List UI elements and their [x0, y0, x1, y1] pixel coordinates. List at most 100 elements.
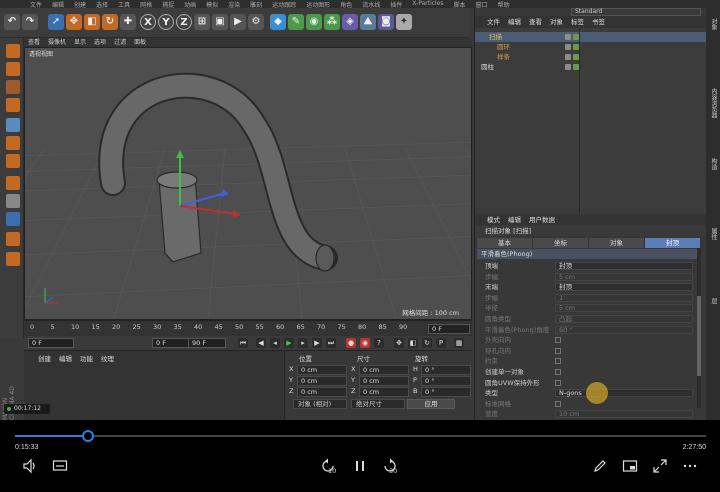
side-tab[interactable]: 层 — [708, 298, 718, 304]
side-tab[interactable]: 内容浏览器 — [708, 88, 718, 118]
attribute-value-field[interactable]: 凸起 — [555, 315, 693, 323]
render-picture-button[interactable]: ▶ — [230, 14, 246, 30]
attribute-menu-item[interactable]: 编辑 — [508, 215, 521, 225]
attribute-scrollbar[interactable] — [697, 248, 701, 408]
perspective-viewport[interactable]: 透视视图 网格间距 : 100 cm — [24, 47, 472, 320]
param-key-icon[interactable]: P — [436, 338, 446, 348]
timeline-menu-icon[interactable]: ▦ — [454, 338, 464, 348]
points-mode-icon[interactable] — [6, 118, 20, 132]
attribute-value-field[interactable]: N-gons — [555, 389, 693, 398]
redo-button[interactable]: ↷ — [22, 14, 38, 30]
next-key-icon[interactable]: ▶ — [312, 338, 322, 348]
axis-y-button[interactable]: Y — [158, 14, 174, 30]
size-field[interactable]: 0 cm — [359, 376, 409, 386]
model-mode-icon[interactable] — [6, 62, 20, 76]
viewport-menu-item[interactable]: 面板 — [134, 38, 146, 47]
axis-x-button[interactable]: X — [140, 14, 156, 30]
coord-mode-select[interactable]: 对象 (相对) — [293, 399, 347, 409]
skip-back-button[interactable]: 10 — [320, 458, 340, 476]
go-start-icon[interactable]: ⏮ — [238, 338, 248, 348]
rotation-field[interactable]: 0 ° — [421, 365, 471, 375]
position-key-icon[interactable]: ✥ — [394, 338, 404, 348]
axis-mode-icon[interactable] — [6, 176, 20, 190]
seek-bar[interactable] — [15, 430, 706, 442]
position-field[interactable]: 0 cm — [297, 365, 347, 375]
material-menu-item[interactable]: 编辑 — [59, 353, 72, 363]
deformer-icon[interactable]: ◈ — [342, 14, 358, 30]
object-menu-item[interactable]: 编辑 — [508, 16, 521, 28]
attribute-value-field[interactable]: 5 cm — [555, 272, 693, 281]
snap-icon[interactable] — [6, 212, 20, 226]
scale-key-icon[interactable]: ◧ — [408, 338, 418, 348]
next-frame-icon[interactable]: ▸ — [298, 338, 308, 348]
attribute-scrollbar-thumb[interactable] — [697, 296, 701, 376]
fullscreen-icon[interactable] — [652, 458, 668, 474]
render-view-button[interactable]: ▣ — [212, 14, 228, 30]
recent-tool-button[interactable]: ✚ — [120, 14, 136, 30]
prev-frame-icon[interactable]: ◂ — [270, 338, 280, 348]
select-tool-button[interactable]: ➚ — [48, 14, 64, 30]
prev-key-icon[interactable]: ◀ — [256, 338, 266, 348]
light-icon[interactable]: ✦ — [396, 14, 412, 30]
object-row[interactable]: 扫描 — [475, 32, 707, 42]
go-end-icon[interactable]: ⏭ — [326, 338, 336, 348]
attribute-checkbox[interactable] — [555, 369, 561, 375]
keyframe-selection-icon[interactable]: ? — [374, 338, 384, 348]
viewport-menu-item[interactable]: 查看 — [28, 38, 40, 47]
size-field[interactable]: 0 cm — [359, 387, 409, 397]
attribute-tab[interactable]: 封顶 — [645, 238, 701, 248]
apply-button[interactable]: 应用 — [407, 399, 455, 409]
material-menu-item[interactable]: 纹理 — [101, 353, 114, 363]
pen-icon[interactable]: ✎ — [288, 14, 304, 30]
rotate-tool-button[interactable]: ↻ — [102, 14, 118, 30]
size-field[interactable]: 0 cm — [359, 365, 409, 375]
attribute-value-field[interactable]: 封顶 — [555, 262, 693, 270]
current-frame-field[interactable]: 0 F — [428, 324, 470, 334]
edges-mode-icon[interactable] — [6, 136, 20, 150]
viewport-menu-item[interactable]: 显示 — [74, 38, 86, 47]
mini-player-icon[interactable] — [622, 458, 638, 474]
visibility-toggle-icon[interactable] — [565, 44, 571, 50]
attribute-checkbox[interactable] — [555, 337, 561, 344]
workplane-lock-icon[interactable] — [6, 252, 20, 266]
autokey-icon[interactable]: ◉ — [360, 338, 370, 348]
play-icon[interactable]: ▶ — [284, 338, 294, 348]
volume-icon[interactable] — [22, 458, 38, 474]
attribute-value-field[interactable]: 5 cm — [555, 304, 693, 313]
make-editable-icon[interactable] — [6, 44, 20, 58]
visibility-toggle-icon[interactable] — [565, 34, 571, 40]
attribute-checkbox[interactable] — [555, 347, 561, 354]
move-tool-button[interactable]: ✥ — [66, 14, 82, 30]
start-frame-field[interactable]: 0 F — [28, 338, 74, 348]
visibility-toggle-icon[interactable] — [565, 54, 571, 60]
layout-select[interactable]: Standard — [571, 8, 701, 16]
rotation-field[interactable]: 0 ° — [421, 376, 471, 386]
attribute-value-field[interactable]: 10 cm — [555, 410, 693, 419]
coord-system-button[interactable]: ⊞ — [194, 14, 210, 30]
viewport-menu-item[interactable]: 过滤 — [114, 38, 126, 47]
material-menu-item[interactable]: 功能 — [80, 353, 93, 363]
object-menu-item[interactable]: 文件 — [487, 16, 500, 28]
material-menu-item[interactable]: 创建 — [38, 353, 51, 363]
attribute-tab[interactable]: 坐标 — [533, 238, 589, 248]
tweak-mode-icon[interactable] — [6, 194, 20, 208]
viewport-menu-item[interactable]: 选项 — [94, 38, 106, 47]
polygons-mode-icon[interactable] — [6, 154, 20, 168]
object-menu-item[interactable]: 查看 — [529, 16, 542, 28]
object-menu-item[interactable]: 标签 — [571, 16, 584, 28]
object-row[interactable]: 圆柱 — [475, 62, 707, 72]
side-tab[interactable]: 对象 — [708, 18, 718, 30]
attribute-value-field[interactable]: 1 — [555, 293, 693, 302]
axis-z-button[interactable]: Z — [176, 14, 192, 30]
camera-icon[interactable]: ◙ — [378, 14, 394, 30]
side-tab[interactable]: 属性 — [708, 228, 718, 240]
pause-icon[interactable] — [352, 458, 368, 474]
magnet-icon[interactable] — [6, 232, 20, 246]
more-options-icon[interactable] — [682, 458, 698, 474]
attribute-menu-item[interactable]: 模式 — [487, 215, 500, 225]
object-menu-item[interactable]: 对象 — [550, 16, 563, 28]
attribute-value-field[interactable]: 60 ° — [555, 325, 693, 334]
position-field[interactable]: 0 cm — [297, 387, 347, 397]
scene-icon[interactable]: ⛰ — [360, 14, 376, 30]
object-menu-item[interactable]: 书签 — [592, 16, 605, 28]
